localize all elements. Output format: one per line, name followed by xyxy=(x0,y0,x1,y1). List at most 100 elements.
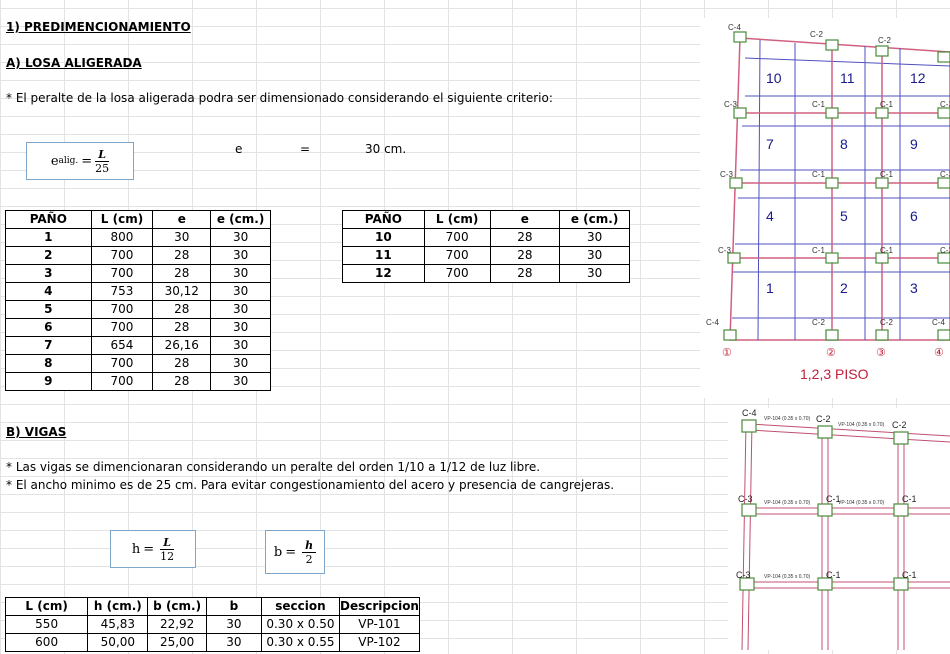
table-cell: 12 xyxy=(342,264,425,283)
formula-den: 25 xyxy=(95,161,110,175)
table-cell: 550 xyxy=(4,615,89,634)
formula-b-eq: = xyxy=(285,544,297,560)
panel-label: 6 xyxy=(910,208,918,224)
table-row: 12 700 28 30 xyxy=(342,264,630,283)
beam-table-header-cell: L (cm) xyxy=(4,597,89,616)
subtitle-losa: A) LOSA ALIGERADA xyxy=(6,56,142,70)
column-label: C-3 xyxy=(718,246,731,255)
formula-lhs-sub: alig. xyxy=(58,156,79,166)
table-cell: 700 xyxy=(423,228,491,247)
slab-table-2: PAÑO L (cm) e e (cm.) 10 700 28 30 11 700 28 30 12 7… xyxy=(342,210,630,283)
column-label: C-3 xyxy=(724,100,737,109)
formula-e-alig: e alig. = L 25 xyxy=(26,142,134,180)
formula-h-fraction: L 12 xyxy=(160,536,174,563)
table-row: 11 700 28 30 xyxy=(342,246,630,265)
table-cell: 30 xyxy=(205,615,262,634)
result-value: 30 cm. xyxy=(365,142,407,156)
table-cell: 30 xyxy=(210,354,271,373)
table-cell: 28 xyxy=(489,264,561,283)
panel-label: 9 xyxy=(910,136,918,152)
panel-label: 11 xyxy=(840,70,855,86)
table-cell: 654 xyxy=(90,336,154,355)
formula-b-fraction: h 2 xyxy=(302,539,317,566)
table-cell: 1 xyxy=(5,228,92,247)
table-cell: 5 xyxy=(5,300,92,319)
beam-label: VP-104 (0.35 x 0.70) xyxy=(764,416,811,422)
table-cell: 28 xyxy=(152,246,212,265)
slab-table-1-header: PAÑO L (cm) e e (cm.) xyxy=(5,210,271,229)
beam-label: VP-104 (0.35 x 0.70) xyxy=(764,574,811,580)
table-cell: 30 xyxy=(152,228,212,247)
column-label: C-1 xyxy=(902,570,917,580)
formula-h-den: 12 xyxy=(160,549,175,563)
slab-table-2-header-cell: L (cm) xyxy=(423,210,491,229)
table-row: 600 50,00 25,00 30 0.30 x 0.55 VP-102 xyxy=(4,633,421,652)
result-eq: = xyxy=(300,142,311,156)
slab-table-2-header-cell: PAÑO xyxy=(342,210,425,229)
formula-b-den: 2 xyxy=(305,552,313,566)
column-label: C-4 xyxy=(742,408,757,418)
table-cell: 700 xyxy=(90,372,154,391)
table-row: 5 700 28 30 xyxy=(5,300,271,319)
plan-caption: 1,2,3 PISO xyxy=(800,366,869,382)
beam-plan-svg xyxy=(739,419,950,651)
table-cell: 700 xyxy=(90,318,154,337)
table-cell: 30 xyxy=(210,318,271,337)
table-cell: 753 xyxy=(90,282,154,301)
table-cell: 30,12 xyxy=(152,282,212,301)
panel-label: 5 xyxy=(840,208,848,224)
table-row: 9 700 28 30 xyxy=(5,372,271,391)
table-cell: 28 xyxy=(152,264,212,283)
formula-h: h = L 12 xyxy=(110,530,196,568)
panel-label: 12 xyxy=(910,70,926,86)
beam-table-header-cell: b (cm.) xyxy=(147,597,207,616)
formula-b-num: h xyxy=(302,539,317,553)
table-row: 3 700 28 30 xyxy=(5,264,271,283)
column-label: C-1 xyxy=(812,246,825,255)
table-cell: 30 xyxy=(210,282,271,301)
slab-table-2-header-cell: e xyxy=(489,210,561,229)
subtitle-vigas: B) VIGAS xyxy=(6,425,67,439)
formula-h-lhs: h xyxy=(131,541,141,557)
table-cell: 45,83 xyxy=(87,615,149,634)
column-label: C-2 xyxy=(816,414,831,424)
beam-table-header-cell: b xyxy=(205,597,262,616)
result-var: e xyxy=(235,142,243,156)
column-label: C-4 xyxy=(706,318,719,327)
table-row: 6 700 28 30 xyxy=(5,318,271,337)
table-cell: 28 xyxy=(152,372,212,391)
table-cell: 7 xyxy=(5,336,92,355)
table-cell: 30 xyxy=(559,246,630,265)
beam-table-header: L (cm) h (cm.) b (cm.) b seccion Descripcion xyxy=(4,597,421,616)
slab-table-2-header-cell: e (cm.) xyxy=(559,210,630,229)
column-label: C-2 xyxy=(880,318,893,327)
slab-table-1-header-cell: e xyxy=(152,210,212,229)
table-cell: 22,92 xyxy=(147,615,207,634)
table-row: 2 700 28 30 xyxy=(5,246,271,265)
table-cell: 28 xyxy=(489,246,561,265)
table-cell: 28 xyxy=(152,318,212,337)
panel-label: 4 xyxy=(766,208,774,224)
table-cell: 28 xyxy=(152,300,212,319)
table-cell: 0.30 x 0.55 xyxy=(260,633,340,652)
column-label: C-3 xyxy=(940,170,950,179)
column-label: C-3 xyxy=(940,246,950,255)
column-label: C-3 xyxy=(736,570,751,580)
formula-b-lhs: b xyxy=(273,544,283,560)
table-cell: 700 xyxy=(90,354,154,373)
panel-label: 1 xyxy=(766,280,774,296)
floor-plan-drawing: 101112789456123 C-4C-2C-2C-3C-1C-1C-3C-3… xyxy=(700,18,950,398)
table-cell: 4 xyxy=(5,282,92,301)
beam-label: VP-104 (0.35 x 0.70) xyxy=(764,500,811,506)
vigas-line-1: * Las vigas se dimencionaran considerand… xyxy=(6,460,541,474)
column-label: C-1 xyxy=(880,246,893,255)
table-cell: 26,16 xyxy=(152,336,212,355)
table-cell: VP-101 xyxy=(338,615,421,634)
table-cell: 800 xyxy=(90,228,154,247)
table-cell: 30 xyxy=(210,300,271,319)
panel-label: 7 xyxy=(766,136,774,152)
column-label: C-1 xyxy=(812,100,825,109)
column-label: C-1 xyxy=(880,100,893,109)
column-label: C-2 xyxy=(810,30,823,39)
panel-label: 2 xyxy=(840,280,848,296)
